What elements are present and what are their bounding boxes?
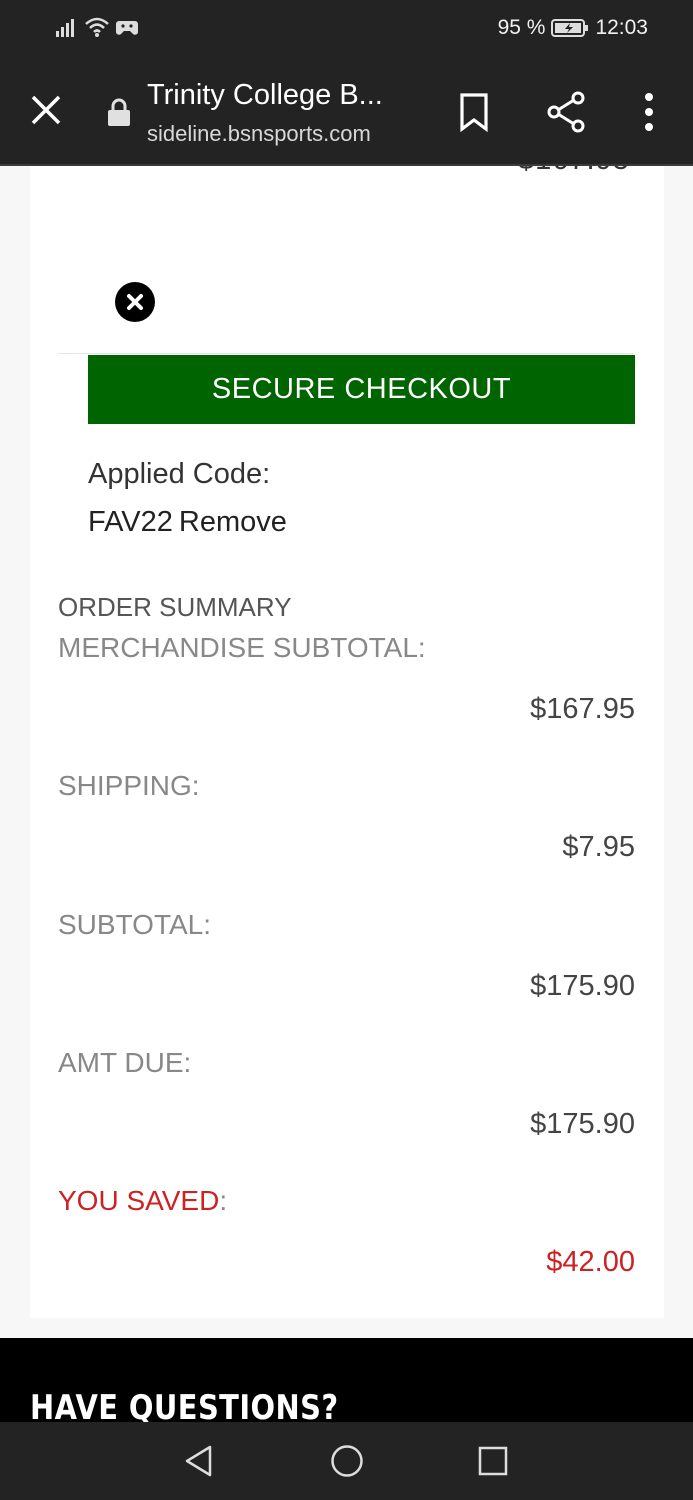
- game-controller-icon: [116, 21, 138, 35]
- cart-card: $167.95 SECURE CHECKOUT Applied Code: FA…: [30, 166, 664, 1318]
- you-saved-text: YOU SAVED: [58, 1185, 220, 1216]
- browser-toolbar: Trinity College B... sideline.bsnsports.…: [0, 60, 693, 166]
- divider: [58, 353, 633, 354]
- close-icon: [127, 294, 143, 310]
- back-icon[interactable]: [183, 1444, 215, 1478]
- close-icon[interactable]: [28, 92, 64, 128]
- order-summary-heading: ORDER SUMMARY: [58, 592, 292, 622]
- signal-icon: [56, 19, 74, 37]
- subtotal-label: SUBTOTAL:: [58, 909, 212, 940]
- remove-code-link[interactable]: Remove: [179, 506, 287, 538]
- merchandise-subtotal-label: MERCHANDISE SUBTOTAL:: [58, 632, 426, 663]
- page-content: $167.95 SECURE CHECKOUT Applied Code: FA…: [0, 166, 693, 1422]
- recent-apps-icon[interactable]: [478, 1446, 508, 1476]
- subtotal-value: $175.90: [530, 970, 635, 1002]
- clock: 12:03: [595, 16, 648, 39]
- share-icon[interactable]: [546, 90, 586, 134]
- shipping-value: $7.95: [562, 831, 635, 863]
- secure-checkout-button[interactable]: SECURE CHECKOUT: [88, 355, 635, 424]
- wifi-icon: [85, 17, 109, 37]
- applied-code-value: FAV22: [88, 506, 173, 538]
- lock-icon: [108, 98, 130, 126]
- item-price: $167.95: [518, 166, 630, 177]
- battery-icon: [551, 19, 589, 37]
- home-icon[interactable]: [330, 1444, 364, 1478]
- system-nav-bar: [0, 1422, 693, 1500]
- you-saved-label: YOU SAVED:: [58, 1185, 227, 1217]
- have-questions-heading: HAVE QUESTIONS?: [30, 1388, 339, 1422]
- more-vert-icon[interactable]: [636, 92, 662, 132]
- remove-item-icon[interactable]: [115, 282, 155, 322]
- shipping-label: SHIPPING:: [58, 770, 200, 801]
- page-title: Trinity College B...: [147, 79, 383, 111]
- you-saved-colon: :: [219, 1185, 228, 1216]
- you-saved-value: $42.00: [546, 1246, 635, 1278]
- applied-code-label: Applied Code:: [88, 458, 271, 490]
- status-right: 95 % 12:03: [498, 16, 648, 40]
- status-bar: 95 % 12:03: [0, 0, 693, 60]
- url-text[interactable]: sideline.bsnsports.com: [147, 121, 371, 147]
- applied-code-row: FAV22 Remove: [88, 506, 287, 539]
- battery-percent: 95 %: [497, 16, 546, 39]
- amount-due-label: AMT DUE:: [58, 1047, 192, 1078]
- amount-due-value: $175.90: [530, 1108, 635, 1140]
- footer-band: HAVE QUESTIONS?: [0, 1338, 693, 1422]
- status-icons: [56, 16, 138, 38]
- merchandise-subtotal-value: $167.95: [530, 693, 635, 725]
- bookmark-icon[interactable]: [457, 92, 491, 132]
